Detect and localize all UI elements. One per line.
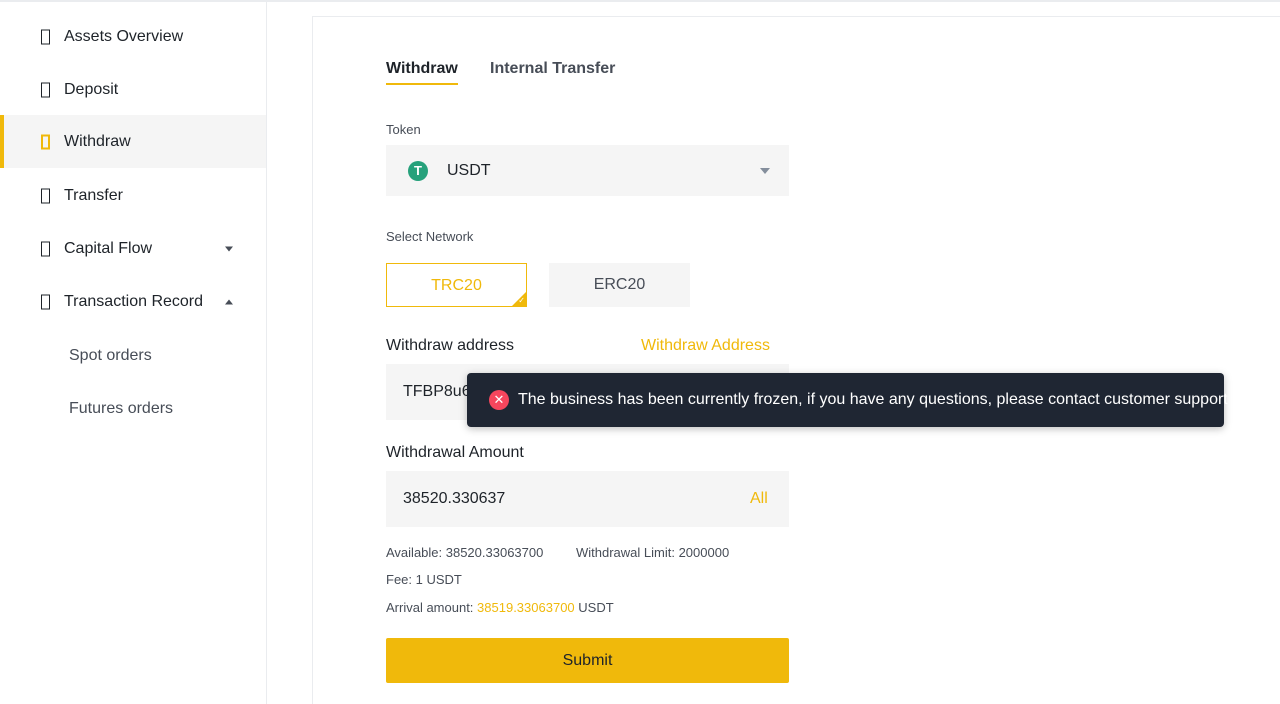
network-option-trc20[interactable]: TRC20 ✓ [386,263,527,307]
sidebar-subitem-spot-orders[interactable]: Spot orders [69,347,152,365]
transaction-record-icon [41,294,50,309]
chevron-down-icon [225,246,233,251]
network-option-label: ERC20 [593,276,646,293]
available-balance: Available: 38520.33063700 [386,545,544,560]
withdrawal-amount-input[interactable] [386,471,726,527]
fee-text: Fee: 1 USDT [386,572,462,587]
toast-message: The business has been currently frozen, … [518,391,1228,408]
sidebar-item-label: Withdraw [64,132,131,150]
deposit-icon [41,82,50,97]
error-toast: ✕ The business has been currently frozen… [467,373,1228,427]
error-icon: ✕ [489,390,509,410]
sidebar-subitem-futures-orders[interactable]: Futures orders [69,400,173,418]
arrival-amount-unit: USDT [574,600,614,615]
sidebar-item-transfer[interactable]: Transfer [0,169,266,222]
check-icon: ✓ [518,296,525,305]
capital-flow-icon [41,241,50,256]
transfer-icon [41,188,50,203]
chevron-down-icon [760,168,770,174]
tab-internal-transfer[interactable]: Internal Transfer [490,60,615,78]
arrival-amount-label: Arrival amount: [386,600,478,615]
arrival-amount: Arrival amount: 38519.33063700 USDT [386,600,614,615]
sidebar-item-label: Assets Overview [64,27,184,45]
tab-withdraw[interactable]: Withdraw [386,60,458,85]
tether-icon: T [408,161,428,181]
network-option-label: TRC20 [431,277,482,294]
amount-field: All [386,471,789,527]
assets-icon [41,29,50,44]
withdraw-icon [41,134,50,149]
network-label: Select Network [386,229,474,244]
sidebar-item-label: Deposit [64,80,119,98]
network-option-erc20[interactable]: ERC20 [549,263,690,307]
chevron-up-icon [225,299,233,304]
arrival-amount-value: 38519.33063700 [477,600,575,615]
sidebar-item-withdraw[interactable]: Withdraw [0,115,266,168]
withdraw-address-label: Withdraw address [386,337,515,354]
sidebar-item-deposit[interactable]: Deposit [0,63,266,116]
address-book-link[interactable]: Withdraw Address [641,337,770,355]
sidebar-item-label: Capital Flow [64,239,153,257]
sidebar-item-assets-overview[interactable]: Assets Overview [0,10,266,63]
sidebar-item-label: Transaction Record [64,292,204,310]
withdrawal-amount-label: Withdrawal Amount [386,444,524,461]
token-select[interactable]: T USDT [386,145,789,196]
submit-button[interactable]: Submit [386,638,789,683]
token-label: Token [386,122,421,137]
token-selected-value: USDT [447,162,491,179]
sidebar-item-capital-flow[interactable]: Capital Flow [0,222,266,275]
sidebar-item-label: Transfer [64,186,123,204]
all-amount-button[interactable]: All [750,490,768,508]
sidebar-item-transaction-record[interactable]: Transaction Record [0,275,266,328]
sidebar: Assets Overview Deposit Withdraw Transfe… [0,2,267,704]
withdrawal-limit: Withdrawal Limit: 2000000 [576,545,730,560]
